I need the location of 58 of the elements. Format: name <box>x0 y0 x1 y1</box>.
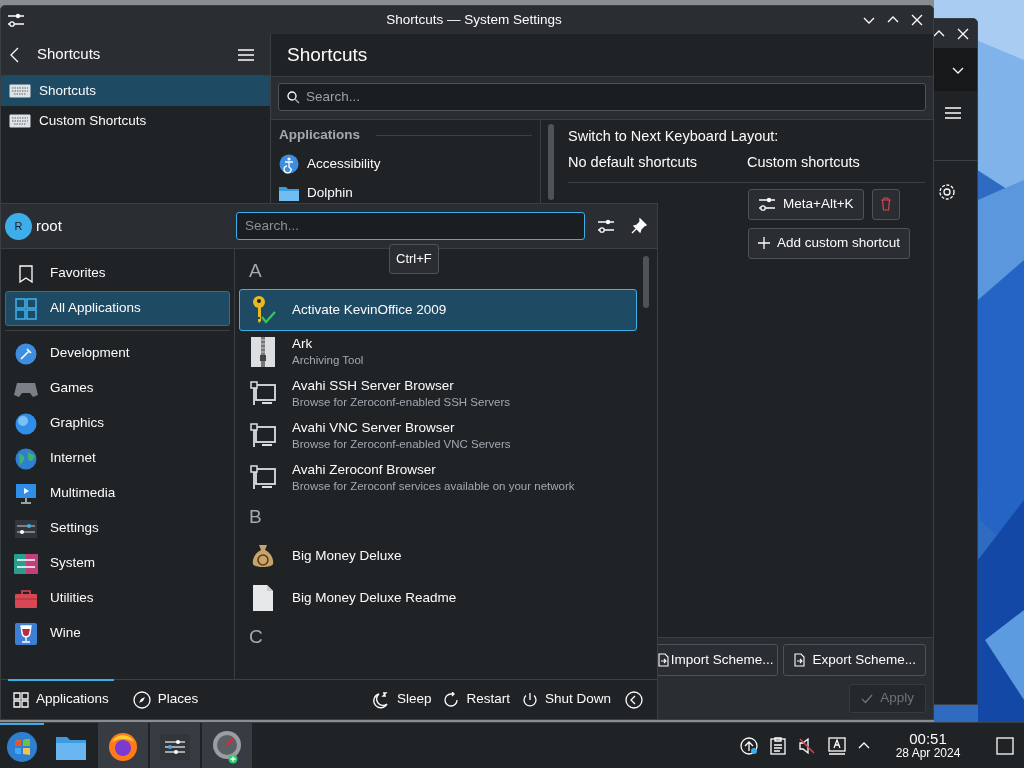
category-item[interactable]: Internet <box>5 441 230 476</box>
avatar[interactable]: R <box>5 212 32 240</box>
export-button[interactable]: Export Scheme... <box>783 644 926 676</box>
window-title: Shortcuts — System Settings <box>386 11 562 27</box>
app-item[interactable]: Activate KevinOffice 2009 <box>239 289 637 331</box>
category-item[interactable]: Graphics <box>5 406 230 441</box>
shortcut-button[interactable]: Meta+Alt+K <box>748 188 864 220</box>
sidebar-title: Shortcuts <box>37 44 102 65</box>
tab[interactable]: Applications <box>7 680 115 719</box>
app-name: Activate KevinOffice 2009 <box>292 301 447 319</box>
app-item[interactable]: Avahi Zeroconf Browser Browse for Zeroconf services available on your network <box>239 457 637 499</box>
sidebar-item[interactable]: Shortcuts <box>1 76 270 106</box>
category-item[interactable]: Settings <box>5 511 230 546</box>
app-item[interactable]: Avahi SSH Server Browser Browse for Zeroconf-enabled SSH Servers <box>239 373 637 415</box>
app-name: Avahi VNC Server Browser <box>292 420 456 438</box>
category-item[interactable]: System <box>5 546 230 581</box>
app-description: Browse for Zeroconf-enabled VNC Servers <box>292 437 511 452</box>
category-item[interactable]: Games <box>5 371 230 406</box>
section-letter: B <box>249 504 262 529</box>
sidebar-item[interactable]: Custom Shortcuts <box>1 106 270 136</box>
app-description: Archiving Tool <box>292 353 364 368</box>
app-name: Avahi Zeroconf Browser <box>292 462 437 480</box>
search-field[interactable]: Search... <box>278 83 926 111</box>
power-button[interactable]: Sleep <box>365 683 438 716</box>
group-heading: Applications <box>279 126 360 144</box>
section-letter: C <box>249 624 263 649</box>
user-name: root <box>36 215 63 236</box>
add-shortcut-button[interactable]: Add custom shortcut <box>748 227 911 259</box>
list-item[interactable]: Accessibility <box>279 149 532 179</box>
app-name: Big Money Deluxe Readme <box>292 589 457 607</box>
category-item[interactable]: All Applications <box>5 291 230 326</box>
app-item[interactable]: Big Money Deluxe Readme <box>239 577 637 619</box>
app-item[interactable]: Big Money Deluxe <box>239 535 637 577</box>
category-item[interactable]: Multimedia <box>5 476 230 511</box>
default-label: No default shortcuts <box>568 153 698 172</box>
search-field[interactable]: Search... <box>236 212 585 240</box>
clock[interactable]: 00:51 28 Apr 2024 <box>888 731 968 760</box>
category-item[interactable]: Wine <box>5 616 230 651</box>
app-description: Browse for Zeroconf services available on your network <box>292 479 575 494</box>
category-item[interactable]: Development <box>5 336 230 371</box>
action-title: Switch to Next Keyboard Layout: <box>568 127 780 146</box>
category-item[interactable]: Favorites <box>5 256 230 291</box>
tooltip: Ctrl+F <box>389 244 439 274</box>
page-title: Shortcuts <box>287 42 368 67</box>
section-letter: A <box>249 258 262 283</box>
apply-button: Apply <box>849 684 926 713</box>
app-item[interactable]: Ark Archiving Tool <box>239 331 637 373</box>
app-item[interactable]: Avahi VNC Server Browser Browse for Zeroconf-enabled VNC Servers <box>239 415 637 457</box>
app-name: Big Money Deluxe <box>292 547 402 565</box>
power-button[interactable]: Restart <box>437 683 516 716</box>
category-item[interactable]: Utilities <box>5 581 230 616</box>
power-button[interactable]: Shut Down <box>515 683 617 716</box>
tab[interactable]: Places <box>126 680 205 719</box>
app-name: Avahi SSH Server Browser <box>292 378 455 396</box>
app-description: Browse for Zeroconf-enabled SSH Servers <box>292 395 510 410</box>
app-name: Ark <box>292 336 314 354</box>
custom-label: Custom shortcuts <box>747 153 860 172</box>
list-item[interactable]: Dolphin <box>279 178 532 208</box>
